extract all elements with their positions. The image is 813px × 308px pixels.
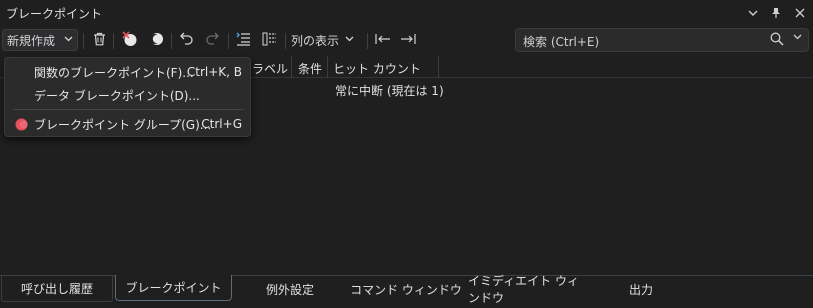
- menu-separator: [13, 109, 244, 110]
- tab-command-window[interactable]: コマンド ウィンドウ: [346, 276, 466, 302]
- chevron-down-icon: [64, 35, 73, 45]
- column-header-hit-count[interactable]: ヒット カウント: [333, 60, 421, 77]
- go-to-end-button[interactable]: [398, 29, 418, 51]
- toolbar-separator: [171, 33, 172, 49]
- delete-button[interactable]: [89, 29, 109, 51]
- import-list-icon: [262, 32, 277, 49]
- menu-item-function-breakpoint[interactable]: 関数のブレークポイント(F)... Ctrl+K, B: [5, 61, 250, 83]
- chevron-down-icon: [345, 35, 354, 45]
- undo-button[interactable]: [177, 29, 197, 51]
- tab-immediate-window[interactable]: イミディエイト ウィンドウ: [468, 274, 586, 305]
- tab-label: 呼び出し履歴: [20, 282, 93, 296]
- menu-item-label: ブレークポイント グループ(G)...: [34, 117, 212, 132]
- column-separator[interactable]: [438, 56, 439, 78]
- redo-icon: [205, 32, 219, 48]
- chevron-down-icon[interactable]: [793, 33, 802, 43]
- arrow-right-to-bar-icon: [400, 33, 416, 48]
- delete-all-breakpoints-icon: [122, 30, 138, 50]
- new-button-label: 新規作成: [7, 33, 56, 48]
- arrow-left-to-bar-icon: [375, 33, 391, 48]
- search-icon[interactable]: [770, 32, 784, 49]
- show-columns-dropdown[interactable]: 列の表示: [291, 29, 359, 51]
- toolbar-separator: [113, 33, 114, 49]
- menu-item-breakpoint-group[interactable]: ブレークポイント グループ(G)... Ctrl+G: [5, 113, 250, 135]
- column-separator[interactable]: [291, 56, 292, 78]
- import-button[interactable]: [259, 29, 279, 51]
- tab-label: イミディエイト ウィンドウ: [468, 274, 579, 305]
- export-button[interactable]: [233, 29, 253, 51]
- pin-icon[interactable]: [767, 4, 785, 22]
- toolbar-separator: [285, 33, 286, 49]
- menu-item-shortcut: Ctrl+K, B: [186, 65, 242, 79]
- undo-icon: [180, 32, 194, 48]
- tab-exception-settings[interactable]: 例外設定: [236, 276, 344, 302]
- tab-call-stack[interactable]: 呼び出し履歴: [1, 276, 113, 302]
- toggle-all-breakpoints-button[interactable]: [146, 29, 166, 51]
- breakpoint-group-icon: [15, 118, 28, 131]
- toolbar-separator: [83, 33, 84, 49]
- menu-item-shortcut: Ctrl+G: [201, 117, 242, 131]
- column-separator[interactable]: [327, 56, 328, 78]
- column-header-condition[interactable]: 条件: [298, 60, 322, 77]
- toolbar-separator: [367, 33, 368, 49]
- window-menu-chevron-icon[interactable]: [744, 4, 762, 22]
- new-dropdown-menu: 関数のブレークポイント(F)... Ctrl+K, B データ ブレークポイント…: [4, 57, 251, 137]
- toolbar-separator: [228, 33, 229, 49]
- close-icon[interactable]: [791, 4, 809, 22]
- export-list-icon: [236, 32, 251, 49]
- table-row-hit-count: 常に中断 (現在は 1): [335, 84, 444, 98]
- delete-all-breakpoints-button[interactable]: [120, 29, 140, 51]
- tab-output[interactable]: 出力: [588, 276, 694, 302]
- show-columns-label: 列の表示: [291, 33, 340, 48]
- title-bar: ブレークポイント: [0, 0, 813, 25]
- go-to-start-button[interactable]: [373, 29, 393, 51]
- menu-item-data-breakpoint[interactable]: データ ブレークポイント(D)...: [5, 84, 250, 106]
- new-dropdown-button[interactable]: 新規作成: [2, 29, 78, 51]
- menu-item-label: 関数のブレークポイント(F)...: [34, 65, 194, 80]
- search-placeholder: 検索 (Ctrl+E): [523, 35, 600, 49]
- redo-button[interactable]: [202, 29, 222, 51]
- tab-label: ブレークポイント: [125, 281, 222, 295]
- trash-icon: [93, 32, 106, 49]
- tab-label: 例外設定: [265, 282, 314, 297]
- tab-breakpoints[interactable]: ブレークポイント: [115, 275, 232, 301]
- toggle-breakpoints-icon: [148, 31, 164, 50]
- window-title: ブレークポイント: [6, 7, 103, 21]
- search-input[interactable]: 検索 (Ctrl+E): [515, 28, 809, 52]
- column-header-label[interactable]: ラベル: [252, 60, 288, 77]
- menu-item-label: データ ブレークポイント(D)...: [34, 88, 200, 103]
- tool-window-tab-bar: 呼び出し履歴 ブレークポイント 例外設定 コマンド ウィンドウ イミディエイト …: [0, 274, 813, 308]
- tab-label: コマンド ウィンドウ: [350, 282, 462, 297]
- tab-label: 出力: [628, 282, 653, 297]
